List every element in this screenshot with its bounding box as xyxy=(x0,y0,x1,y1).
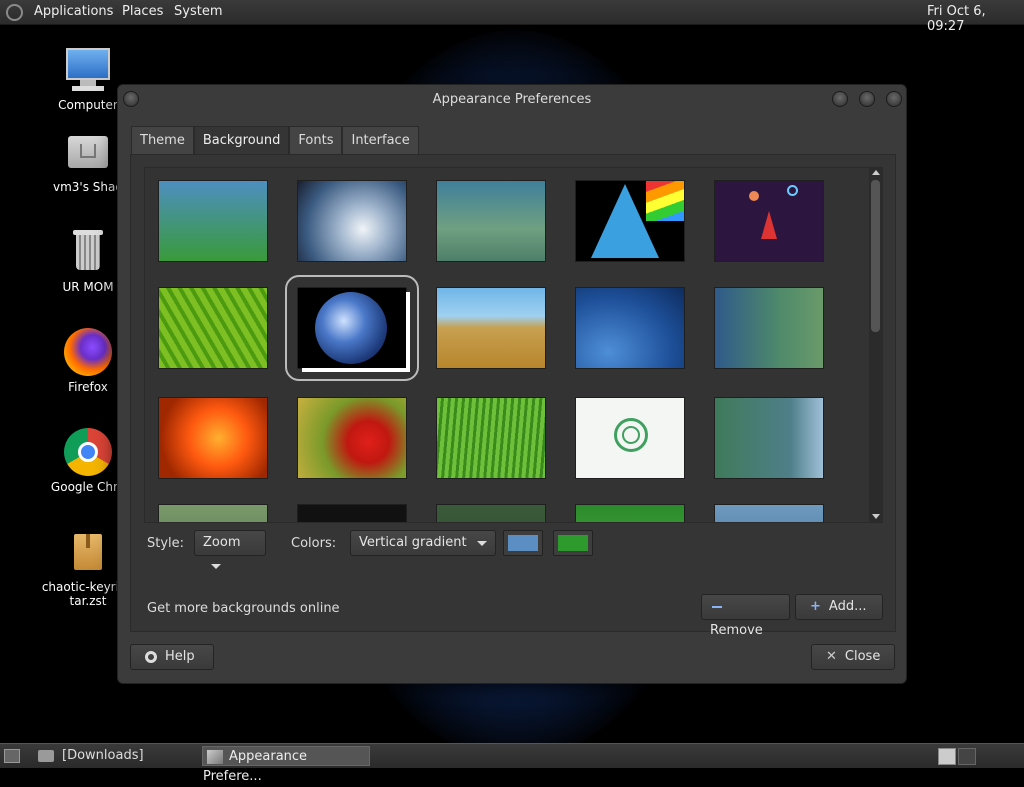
help-button[interactable]: Help xyxy=(130,644,214,670)
wallpaper-thumb[interactable] xyxy=(714,504,824,522)
firefox-icon xyxy=(64,328,112,376)
wallpaper-thumb[interactable] xyxy=(436,287,546,369)
wallpaper-thumb[interactable] xyxy=(714,180,824,262)
style-label: Style: xyxy=(147,536,185,551)
wallpaper-thumb[interactable] xyxy=(436,180,546,262)
clock[interactable]: Fri Oct 6, 09:27 xyxy=(927,4,1024,34)
primary-color-button[interactable] xyxy=(503,530,543,556)
taskbar-item-label: [Downloads] xyxy=(62,748,144,763)
tab-background[interactable]: Background xyxy=(193,126,290,154)
tab-fonts[interactable]: Fonts xyxy=(289,126,343,154)
scroll-down-arrow-icon[interactable] xyxy=(872,514,880,519)
background-panel: Style: Zoom Colors: Vertical gradient Ge… xyxy=(130,154,896,638)
bottom-panel: [Downloads] Appearance Prefere... xyxy=(0,743,1024,784)
places-menu[interactable]: Places xyxy=(122,4,163,19)
close-button-label: Close xyxy=(844,649,881,664)
get-more-backgrounds-link[interactable]: Get more backgrounds online xyxy=(147,601,340,616)
style-dropdown-value: Zoom xyxy=(203,535,241,550)
secondary-color-button[interactable] xyxy=(553,530,593,556)
remove-button[interactable]: Remove xyxy=(701,594,790,638)
show-desktop-icon[interactable] xyxy=(4,749,20,763)
trash-icon xyxy=(64,228,112,276)
tab-bar: Theme Background Fonts Interface xyxy=(131,126,419,154)
desktop-icon-label: Computer xyxy=(58,98,118,112)
system-menu[interactable]: System xyxy=(174,4,222,19)
appearance-icon xyxy=(207,749,223,764)
taskbar-item-downloads[interactable]: [Downloads] xyxy=(34,746,198,766)
colors-label: Colors: xyxy=(291,536,337,551)
plus-icon: + xyxy=(810,599,821,614)
style-dropdown[interactable]: Zoom xyxy=(194,530,266,569)
colors-dropdown-value: Vertical gradient xyxy=(359,535,467,550)
workspace-switcher[interactable] xyxy=(958,748,976,765)
help-button-label: Help xyxy=(165,649,195,664)
wallpaper-thumb[interactable] xyxy=(575,504,685,522)
maximize-button[interactable] xyxy=(859,91,875,107)
wallpaper-thumb[interactable] xyxy=(297,504,407,522)
wallpaper-thumb[interactable] xyxy=(575,397,685,479)
window-title: Appearance Preferences xyxy=(432,92,592,107)
applications-menu[interactable]: Applications xyxy=(34,4,113,19)
desktop-icon-label: UR MOM xyxy=(62,280,114,294)
wallpaper-thumb[interactable] xyxy=(714,287,824,369)
wallpaper-thumb[interactable] xyxy=(575,180,685,262)
wallpaper-thumb[interactable] xyxy=(436,504,546,522)
chevron-down-icon xyxy=(477,541,487,546)
workspace-switcher[interactable] xyxy=(938,748,956,765)
desktop-icon-label: Google Chro xyxy=(50,480,126,494)
close-icon: ✕ xyxy=(826,649,837,664)
scroll-up-arrow-icon[interactable] xyxy=(872,170,880,175)
colors-dropdown[interactable]: Vertical gradient xyxy=(350,530,496,556)
desktop-icon-label: vm3's Shad xyxy=(53,180,123,194)
appearance-preferences-window: Appearance Preferences Theme Background … xyxy=(117,84,907,684)
chrome-icon xyxy=(64,428,112,476)
computer-icon xyxy=(64,46,112,94)
tab-theme[interactable]: Theme xyxy=(131,126,194,154)
wallpaper-gallery xyxy=(144,167,883,523)
wallpaper-thumb[interactable] xyxy=(436,397,546,479)
help-icon xyxy=(145,650,157,663)
secondary-color-swatch xyxy=(558,535,588,551)
home-folder-icon xyxy=(64,128,112,176)
minus-icon xyxy=(712,605,722,608)
wallpaper-thumb[interactable] xyxy=(714,397,824,479)
package-icon xyxy=(64,528,112,576)
gallery-scrollbar[interactable] xyxy=(869,168,882,522)
folder-icon xyxy=(38,749,54,762)
add-button[interactable]: + Add... xyxy=(795,594,883,620)
minimize-button[interactable] xyxy=(832,91,848,107)
wallpaper-thumb[interactable] xyxy=(158,180,268,262)
window-titlebar[interactable]: Appearance Preferences xyxy=(118,85,906,115)
wallpaper-thumb[interactable] xyxy=(158,287,268,369)
close-window-button[interactable] xyxy=(886,91,902,107)
wallpaper-thumb[interactable] xyxy=(297,397,407,479)
close-button[interactable]: ✕ Close xyxy=(811,644,895,670)
wallpaper-thumb-selected[interactable] xyxy=(285,275,419,381)
desktop-icon-label: Firefox xyxy=(68,380,108,394)
wallpaper-thumb[interactable] xyxy=(297,180,407,262)
window-menu-button[interactable] xyxy=(123,91,139,107)
add-button-label: Add... xyxy=(828,599,867,614)
chevron-down-icon xyxy=(211,564,221,569)
remove-button-label: Remove xyxy=(710,623,763,638)
wallpaper-thumb[interactable] xyxy=(575,287,685,369)
tab-interface[interactable]: Interface xyxy=(342,126,419,154)
scrollbar-thumb[interactable] xyxy=(871,180,880,332)
wallpaper-thumb[interactable] xyxy=(158,504,268,522)
top-panel: Applications Places System Fri Oct 6, 09… xyxy=(0,0,1024,34)
primary-color-swatch xyxy=(508,535,538,551)
taskbar-item-appearance[interactable]: Appearance Prefere... xyxy=(202,746,370,784)
wallpaper-thumb[interactable] xyxy=(158,397,268,479)
gnome-foot-icon[interactable] xyxy=(6,4,23,21)
